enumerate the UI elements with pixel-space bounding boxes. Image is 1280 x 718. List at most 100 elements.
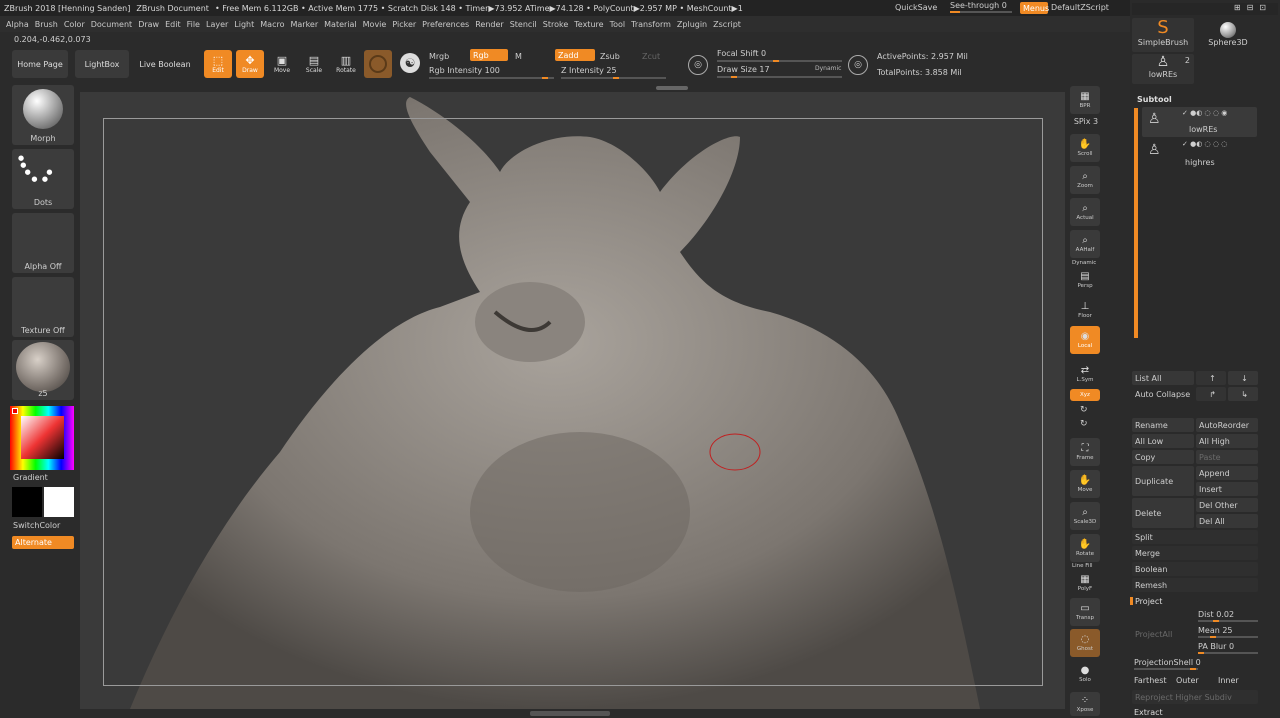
ghost-button[interactable]: ◌ Ghost [1070,629,1100,657]
gradient-label[interactable]: Gradient [13,473,48,482]
points-icon[interactable]: ◎ [848,55,868,75]
menu-material[interactable]: Material [324,20,363,29]
sphere3d-thumb[interactable]: Sphere3D [1198,18,1258,52]
rotate-view-button[interactable]: ✋ Rotate [1070,534,1100,562]
lightbox-button[interactable]: LightBox [75,50,129,78]
mean-slider[interactable]: Mean 25 [1198,626,1258,640]
move-up-icon[interactable]: ↑ [1196,371,1226,385]
menu-picker[interactable]: Picker [392,20,422,29]
menu-zscript[interactable]: Zscript [713,20,747,29]
rgb-intensity-slider[interactable]: Rgb Intensity 100 [429,66,554,80]
home-page-button[interactable]: Home Page [12,50,68,78]
alpha-slot[interactable]: Alpha Off [12,213,74,273]
actual-button[interactable]: ⌕ Actual [1070,198,1100,226]
project-section[interactable]: Project [1135,597,1162,606]
top-scroll-handle[interactable] [656,86,688,90]
arrow-down-right-icon[interactable]: ↳ [1228,387,1258,401]
menu-layer[interactable]: Layer [206,20,234,29]
default-zscript[interactable]: DefaultZScript [1051,3,1109,12]
rotate-tool-button[interactable]: ▥ Rotate [332,50,360,78]
menu-transform[interactable]: Transform [631,20,677,29]
menu-document[interactable]: Document [91,20,138,29]
menus-toggle[interactable]: Menus [1020,2,1049,14]
menu-tool[interactable]: Tool [610,20,632,29]
material-swatch[interactable] [364,50,392,78]
see-through-slider[interactable]: See-through 0 [950,1,1012,15]
menu-draw[interactable]: Draw [138,20,165,29]
bpr-button[interactable]: ▦ BPR [1070,86,1100,114]
solo-button[interactable]: ● Solo [1070,660,1100,688]
stroke-slot[interactable]: ● ● ● ● ● ● Dots [12,149,74,209]
m-button[interactable]: M [515,52,522,61]
subtool-visibility-icons[interactable]: ✓ ●◐ ◌ ◌ ◉ [1182,109,1227,117]
zsub-button[interactable]: Zsub [600,52,620,61]
arrow-right-icon[interactable]: ↱ [1196,387,1226,401]
quicksave-button[interactable]: QuickSave [895,3,937,12]
move-down-icon[interactable]: ↓ [1228,371,1258,385]
focal-icon[interactable]: ◎ [688,55,708,75]
texture-slot[interactable]: Texture Off [12,277,74,337]
copy-button[interactable]: Copy [1132,450,1194,464]
scroll-button[interactable]: ✋ Scroll [1070,134,1100,162]
yin-yang-icon[interactable]: ☯ [400,53,420,73]
reproject-button[interactable]: Reproject Higher Subdiv [1132,690,1258,704]
outer-button[interactable]: Outer [1176,676,1199,685]
menu-marker[interactable]: Marker [290,20,324,29]
draw-tool-button[interactable]: ✥ Draw [236,50,264,78]
menu-render[interactable]: Render [475,20,509,29]
frame-button[interactable]: ⛶ Frame [1070,438,1100,466]
rename-button[interactable]: Rename [1132,418,1194,432]
menu-preferences[interactable]: Preferences [422,20,475,29]
zoom-button[interactable]: ⌕ Zoom [1070,166,1100,194]
autoreorder-button[interactable]: AutoReorder [1196,418,1258,432]
menu-texture[interactable]: Texture [574,20,609,29]
merge-section[interactable]: Merge [1132,546,1258,560]
spix-control[interactable]: SPix 3 [1072,117,1100,127]
del-all-button[interactable]: Del All [1196,514,1258,528]
menu-color[interactable]: Color [64,20,91,29]
subtool-item-lowres[interactable]: ♙ lowREs ✓ ●◐ ◌ ◌ ◉ [1142,107,1257,137]
paste-button[interactable]: Paste [1196,450,1258,464]
z-intensity-slider[interactable]: Z Intensity 25 [561,66,666,80]
dynamic-toggle[interactable]: Dynamic [815,65,841,72]
menu-file[interactable]: File [187,20,206,29]
extract-section[interactable]: Extract [1134,708,1163,717]
xpose-button[interactable]: ⁘ Xpose [1070,692,1100,716]
lowres-thumb[interactable]: ♙ lowREs 2 [1132,54,1194,84]
primary-color-swatch[interactable] [12,487,42,517]
aahalf-button[interactable]: ⌕ AAHalf [1070,230,1100,258]
menu-stencil[interactable]: Stencil [510,20,543,29]
move-tool-button[interactable]: ▣ Move [268,50,296,78]
live-boolean-button[interactable]: Live Boolean [136,50,194,78]
move-view-button[interactable]: ✋ Move [1070,470,1100,498]
menu-brush[interactable]: Brush [35,20,64,29]
menu-light[interactable]: Light [234,20,260,29]
menu-alpha[interactable]: Alpha [6,20,35,29]
dist-slider[interactable]: Dist 0.02 [1198,610,1258,624]
remesh-section[interactable]: Remesh [1132,578,1258,592]
boolean-section[interactable]: Boolean [1132,562,1258,576]
project-all-button[interactable]: ProjectAll [1132,612,1194,656]
subtool-visibility-icons[interactable]: ✓ ●◐ ◌ ◌ ◌ [1182,140,1227,148]
split-section[interactable]: Split [1132,530,1258,544]
pa-blur-slider[interactable]: PA Blur 0 [1198,642,1258,656]
menu-stroke[interactable]: Stroke [543,20,575,29]
rotate-y-icon[interactable]: ↻ [1080,405,1088,415]
zcut-button[interactable]: Zcut [642,52,660,61]
scale3d-button[interactable]: ⌕ Scale3D [1070,502,1100,530]
subtool-scrollbar[interactable] [1134,108,1138,338]
inner-button[interactable]: Inner [1218,676,1239,685]
lsym-button[interactable]: ⇄ L.Sym [1070,360,1100,388]
material-slot[interactable]: z5 [12,340,74,400]
alternate-button[interactable]: Alternate [12,536,74,549]
menu-movie[interactable]: Movie [363,20,393,29]
rgb-button[interactable]: Rgb [470,49,508,61]
mrgb-button[interactable]: Mrgb [429,52,449,61]
xyz-button[interactable]: Xyz [1070,389,1100,401]
rotate-z-icon[interactable]: ↻ [1080,419,1088,429]
local-button[interactable]: ◉ Local [1070,326,1100,354]
farthest-button[interactable]: Farthest [1134,676,1167,685]
menu-zplugin[interactable]: Zplugin [677,20,713,29]
subtool-header[interactable]: Subtool [1137,95,1172,104]
all-high-button[interactable]: All High [1196,434,1258,448]
